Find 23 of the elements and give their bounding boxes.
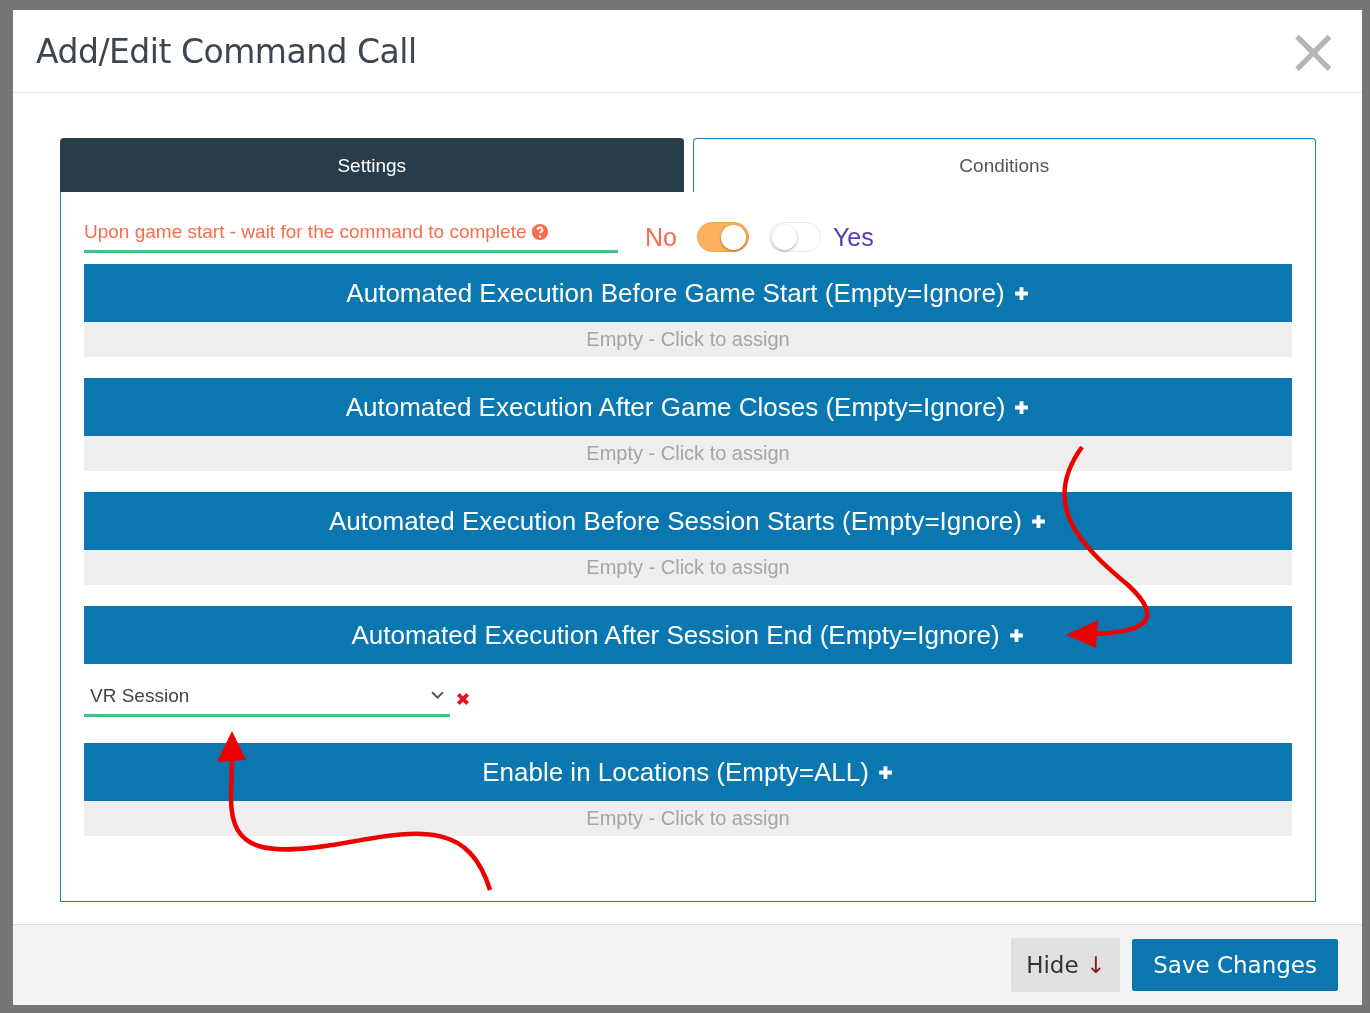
plus-icon xyxy=(1013,398,1031,416)
help-icon xyxy=(531,223,550,241)
section-header[interactable]: Automated Execution After Game Closes (Empty=Ignore) xyxy=(84,378,1292,436)
plus-icon xyxy=(1007,626,1025,644)
save-button[interactable]: Save Changes xyxy=(1132,939,1338,991)
tab[interactable]: Settings xyxy=(60,138,684,192)
hide-button[interactable]: Hide ↓ xyxy=(1011,938,1121,992)
dialog-title: Add/Edit Command Call xyxy=(36,31,417,71)
chevron-down-icon xyxy=(431,691,444,700)
remove-icon[interactable] xyxy=(456,692,470,706)
select-field[interactable]: VR Session xyxy=(84,677,450,717)
plus-icon xyxy=(1030,512,1047,530)
section-header[interactable]: Automated Execution After Session End (Empty=Ignore) xyxy=(84,606,1292,664)
yes-label: Yes xyxy=(832,222,874,252)
tab[interactable]: Conditions xyxy=(692,138,1316,192)
section-header[interactable]: Automated Execution Before Session Starts (Empty=Ignore) xyxy=(84,492,1292,550)
plus-icon xyxy=(1012,284,1030,302)
plus-icon xyxy=(876,763,894,781)
section-header[interactable]: Enable in Locations (Empty=ALL) xyxy=(84,743,1292,801)
section-header[interactable]: Automated Execution Before Game Start (Empty=Ignore) xyxy=(84,264,1292,322)
no-label: No xyxy=(645,222,677,252)
setting-label: Upon game start - wait for the command to complete xyxy=(84,221,618,253)
toggle-switch[interactable] xyxy=(696,222,749,252)
